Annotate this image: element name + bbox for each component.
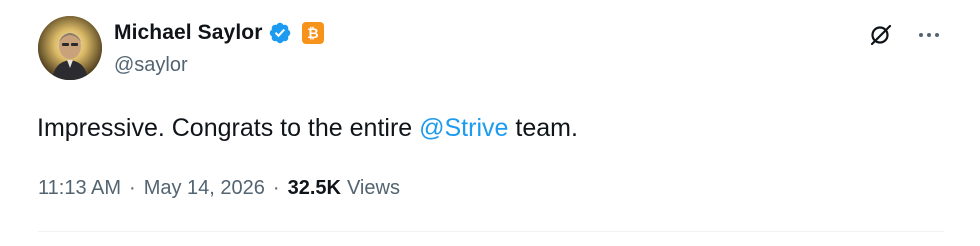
post-text-after: team.: [508, 114, 578, 142]
divider: [38, 231, 944, 232]
verified-badge-icon[interactable]: [268, 21, 292, 45]
author-name-row: Michael Saylor ₿: [114, 19, 325, 47]
views-count[interactable]: 32.5K: [288, 177, 341, 200]
author-display-name[interactable]: Michael Saylor: [114, 21, 262, 45]
author-handle[interactable]: @saylor: [114, 54, 188, 77]
more-options-icon[interactable]: [914, 20, 944, 50]
post-time[interactable]: 11:13 AM: [38, 177, 121, 200]
post-text-before: Impressive. Congrats to the entire: [37, 114, 420, 142]
post-date[interactable]: May 14, 2026: [144, 177, 265, 200]
post-meta: 11:13 AM · May 14, 2026 · 32.5K Views: [38, 177, 400, 200]
mention-link[interactable]: @Strive: [419, 114, 508, 142]
avatar[interactable]: [38, 16, 102, 80]
svg-text:₿: ₿: [308, 26, 319, 41]
meta-separator: ·: [129, 177, 136, 199]
bitcoin-icon[interactable]: ₿: [302, 22, 325, 44]
grok-icon[interactable]: [866, 20, 896, 50]
views-label: Views: [346, 177, 400, 199]
post: Michael Saylor ₿ @saylor Impressive. Con…: [0, 0, 980, 246]
meta-separator: ·: [272, 177, 280, 199]
post-top-actions: [866, 20, 944, 50]
post-text: Impressive. Congrats to the entire @Stri…: [37, 114, 578, 143]
